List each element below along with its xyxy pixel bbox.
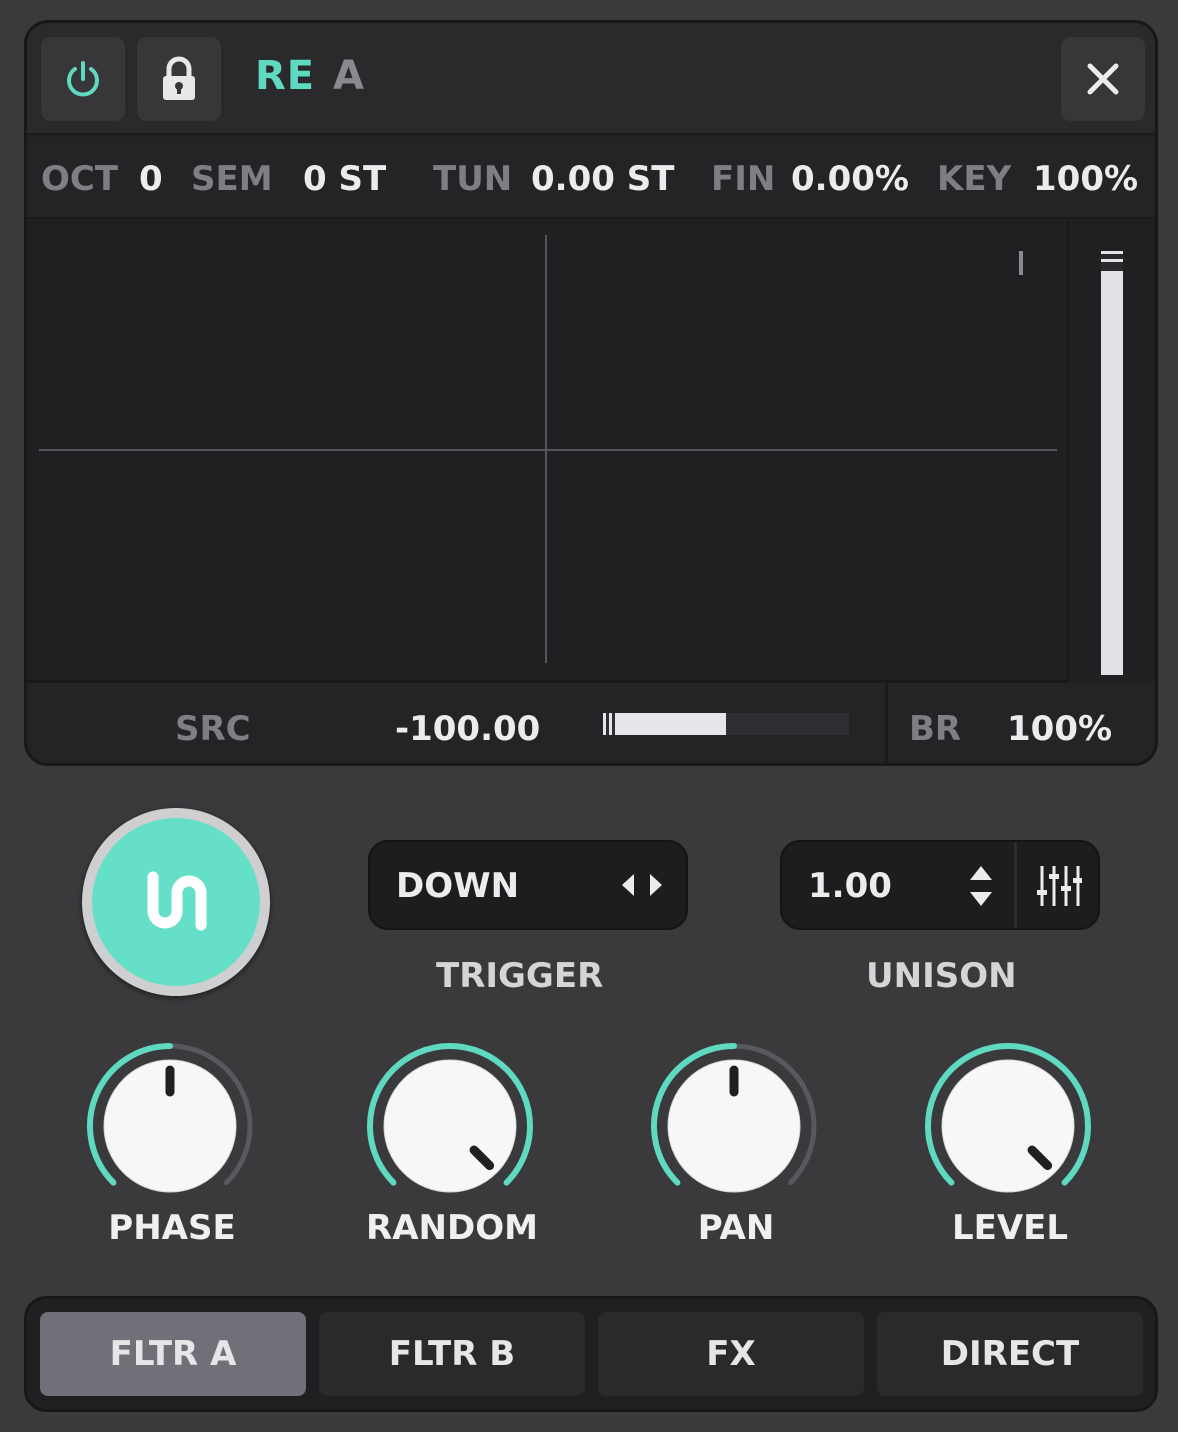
level-label: LEVEL <box>951 1208 1069 1248</box>
br-label: BR <box>909 709 962 749</box>
tab-fx[interactable]: FX <box>598 1312 864 1396</box>
tuning-params-row: OCT 0 SEM 0 ST TUN 0.00 ST FIN 0.00% KEY… <box>27 137 1155 219</box>
display-horizontal-axis <box>39 449 1057 451</box>
trigger-caption: TRIGGER <box>436 956 604 996</box>
tab-fltr-b[interactable]: FLTR B <box>319 1312 585 1396</box>
display-marker <box>1019 251 1023 275</box>
level-meter-cap <box>1101 259 1123 262</box>
row-divider <box>885 683 888 763</box>
unison-caption: UNISON <box>866 956 1017 996</box>
src-slider-grip <box>603 713 606 735</box>
osc-subtitle: A <box>333 53 364 99</box>
trigger-value: DOWN <box>396 866 520 906</box>
osc-title: RE <box>255 53 316 99</box>
lock-icon <box>163 56 195 100</box>
oscillator-panel: RE A OCT 0 SEM 0 ST TUN 0.00 ST FIN 0.00… <box>24 20 1158 766</box>
sliders-icon[interactable] <box>1034 864 1082 908</box>
sem-value[interactable]: 0 ST <box>303 159 386 199</box>
panel-header: RE A <box>27 23 1155 135</box>
sem-label: SEM <box>191 159 273 199</box>
unison-logo-icon <box>147 871 207 931</box>
level-meter-fill <box>1101 271 1123 675</box>
oct-label: OCT <box>41 159 119 199</box>
oct-value[interactable]: 0 <box>139 159 163 199</box>
up-down-arrows-icon[interactable] <box>966 860 996 912</box>
tun-value[interactable]: 0.00 ST <box>531 159 674 199</box>
level-meter-cap <box>1101 251 1123 254</box>
power-button[interactable] <box>41 37 125 121</box>
pan-label: PAN <box>697 1208 775 1248</box>
fin-value[interactable]: 0.00% <box>791 159 909 199</box>
waveform-display[interactable] <box>27 221 1069 683</box>
tab-direct[interactable]: DIRECT <box>877 1312 1143 1396</box>
display-vertical-axis <box>545 235 547 663</box>
level-knob[interactable] <box>918 1036 1098 1216</box>
tab-fltr-a[interactable]: FLTR A <box>40 1312 306 1396</box>
random-label: RANDOM <box>366 1208 538 1248</box>
src-label: SRC <box>175 709 251 749</box>
phase-label: PHASE <box>108 1208 236 1248</box>
trigger-selector[interactable]: DOWN <box>368 840 688 930</box>
pan-knob[interactable] <box>644 1036 824 1216</box>
knob-body <box>383 1059 517 1193</box>
key-value[interactable]: 100% <box>1033 159 1138 199</box>
fin-label: FIN <box>711 159 776 199</box>
lock-button[interactable] <box>137 37 221 121</box>
knob-body <box>941 1059 1075 1193</box>
unison-mode-button[interactable] <box>82 808 270 996</box>
close-icon <box>1087 63 1119 95</box>
br-value[interactable]: 100% <box>1007 709 1112 749</box>
unison-stepper[interactable]: 1.00 <box>780 840 1100 930</box>
phase-knob[interactable] <box>80 1036 260 1216</box>
left-right-arrows-icon <box>622 874 662 896</box>
unison-separator <box>1014 842 1017 928</box>
src-value[interactable]: -100.00 <box>395 709 540 749</box>
key-label: KEY <box>937 159 1012 199</box>
src-slider-grip <box>609 713 612 735</box>
unison-value: 1.00 <box>808 866 892 906</box>
random-knob[interactable] <box>360 1036 540 1216</box>
tun-label: TUN <box>433 159 513 199</box>
source-row: SRC -100.00 BR 100% <box>27 683 1155 763</box>
close-button[interactable] <box>1061 37 1145 121</box>
src-slider-fill <box>615 713 726 735</box>
power-icon <box>67 61 99 97</box>
